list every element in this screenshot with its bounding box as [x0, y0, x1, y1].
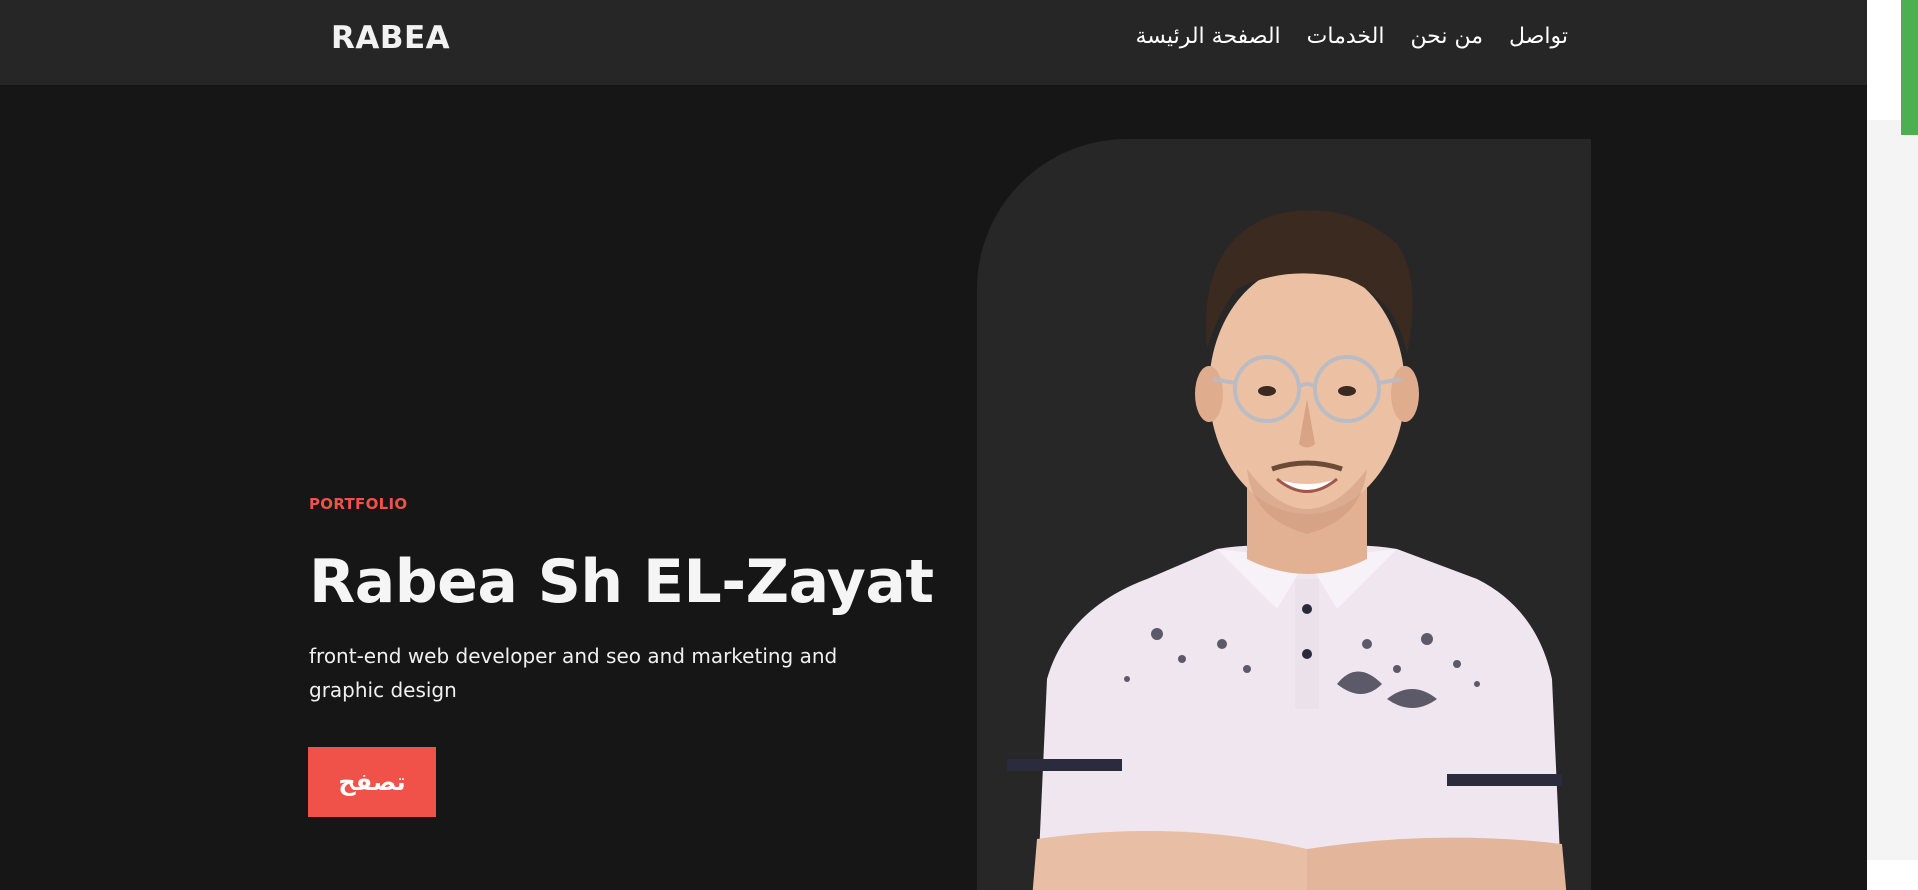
nav-link-about[interactable]: من نحن — [1410, 24, 1483, 49]
hero-eyebrow: PORTFOLIO — [309, 495, 408, 513]
nav-link-contact[interactable]: تواصل — [1509, 24, 1568, 49]
photo-panel — [977, 139, 1591, 890]
navbar: RABEA الصفحة الرئيسة الخدمات من نحن تواص… — [0, 0, 1867, 85]
scrollbar-thumb[interactable] — [1901, 0, 1918, 135]
page-viewport: RABEA الصفحة الرئيسة الخدمات من نحن تواص… — [0, 0, 1867, 890]
portrait-photo — [1007, 210, 1567, 890]
hero-title: Rabea Sh EL-Zayat — [309, 547, 934, 617]
nav-link-home[interactable]: الصفحة الرئيسة — [1136, 24, 1281, 49]
nav-menu: الصفحة الرئيسة الخدمات من نحن تواصل — [1136, 24, 1568, 49]
browse-button[interactable]: تصفح — [308, 747, 436, 817]
scrollbar-track[interactable] — [1867, 120, 1918, 860]
hero-description: front-end web developer and seo and mark… — [309, 644, 838, 702]
site-logo[interactable]: RABEA — [331, 20, 450, 56]
nav-link-services[interactable]: الخدمات — [1307, 24, 1385, 49]
hero-text-block: PORTFOLIO Rabea Sh EL-Zayat front-end we… — [309, 495, 949, 707]
